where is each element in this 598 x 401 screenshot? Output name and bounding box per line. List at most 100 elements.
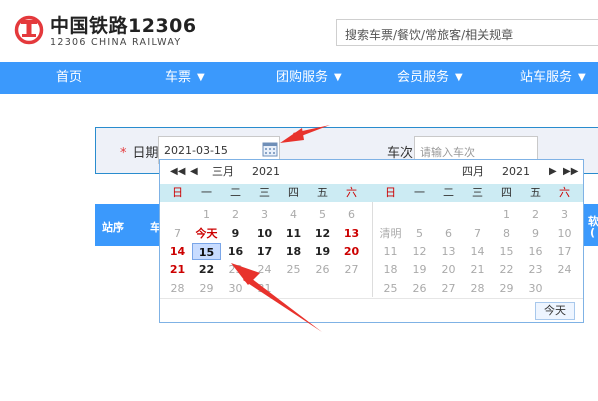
right-year-label: 2021 xyxy=(502,165,530,178)
nav-item-tickets[interactable]: 车票 ▼ xyxy=(165,62,205,94)
weekday-label: 六 xyxy=(346,186,357,199)
calendar-day[interactable]: 7 xyxy=(163,225,192,242)
calendar-day[interactable]: 今天 xyxy=(192,225,221,242)
calendar-day[interactable]: 14 xyxy=(463,243,492,260)
calendar-day[interactable]: 5 xyxy=(405,225,434,242)
calendar-day[interactable]: 21 xyxy=(163,261,192,278)
calendar-day[interactable]: 2 xyxy=(521,206,550,223)
calendar-day[interactable]: 31 xyxy=(250,280,279,297)
calendar-day[interactable]: 22 xyxy=(492,261,521,278)
nav-item-station-services[interactable]: 站车服务 ▼ xyxy=(520,62,586,94)
calendar-day[interactable]: 6 xyxy=(434,225,463,242)
calendar-day[interactable]: 29 xyxy=(492,280,521,297)
calendar-day[interactable]: 22 xyxy=(192,261,221,278)
calendar-day[interactable]: 2 xyxy=(221,206,250,223)
nav-item-group-services[interactable]: 团购服务 ▼ xyxy=(276,62,342,94)
calendar-day[interactable]: 7 xyxy=(463,225,492,242)
calendar-day[interactable]: 11 xyxy=(279,225,308,242)
calendar-day[interactable]: 14 xyxy=(163,243,192,260)
calendar-day[interactable]: 10 xyxy=(250,225,279,242)
calendar-day[interactable]: 20 xyxy=(337,243,366,260)
column-station-order: 站序 xyxy=(102,221,124,234)
calendar-day[interactable]: 9 xyxy=(221,225,250,242)
calendar-day[interactable]: 25 xyxy=(376,280,405,297)
calendar-day[interactable]: 13 xyxy=(434,243,463,260)
weekday-label: 三 xyxy=(472,186,483,199)
calendar-day[interactable]: 18 xyxy=(376,261,405,278)
calendar-day[interactable]: 3 xyxy=(250,206,279,223)
today-button[interactable]: 今天 xyxy=(535,302,575,320)
next-year-icon[interactable]: ▶▶ xyxy=(563,160,578,184)
column-soft-paren: ( xyxy=(590,226,596,239)
calendar-day[interactable]: 21 xyxy=(463,261,492,278)
header: 中国铁路12306 12306 CHINA RAILWAY 搜索车票/餐饮/常旅… xyxy=(0,0,598,62)
calendar-day[interactable]: 6 xyxy=(337,206,366,223)
calendar-icon[interactable] xyxy=(262,141,278,157)
nav-item-home[interactable]: 首页 xyxy=(56,62,82,94)
calendar-day[interactable]: 24 xyxy=(250,261,279,278)
nav-item-label: 首页 xyxy=(56,70,83,85)
next-month-icon[interactable]: ▶ xyxy=(549,160,557,184)
calendar-day[interactable]: 27 xyxy=(434,280,463,297)
calendar-day[interactable]: 29 xyxy=(192,280,221,297)
calendar-day[interactable]: 28 xyxy=(463,280,492,297)
calendar-day[interactable]: 4 xyxy=(279,206,308,223)
right-month-label: 四月 xyxy=(462,165,484,178)
calendar-day[interactable]: 17 xyxy=(250,243,279,260)
calendar-day[interactable]: 23 xyxy=(521,261,550,278)
calendar-day[interactable]: 15 xyxy=(192,243,221,260)
weekday-header: 日一二三四五六日一二三四五六 xyxy=(160,184,583,202)
calendar-day[interactable]: 1 xyxy=(192,206,221,223)
calendar-day[interactable]: 28 xyxy=(163,280,192,297)
calendar-day[interactable]: 19 xyxy=(308,243,337,260)
calendar-day[interactable]: 9 xyxy=(521,225,550,242)
calendar-day[interactable]: 27 xyxy=(337,261,366,278)
calendar-day[interactable]: 15 xyxy=(492,243,521,260)
calendar-day[interactable]: 16 xyxy=(521,243,550,260)
calendar-day[interactable]: 30 xyxy=(521,280,550,297)
calendar-day[interactable]: 26 xyxy=(405,280,434,297)
nav-item-label: 团购服务 xyxy=(276,70,329,85)
calendar-day[interactable]: 11 xyxy=(376,243,405,260)
weekday-label: 二 xyxy=(230,186,241,199)
date-label: * 日期 xyxy=(120,142,159,161)
weekday-label: 二 xyxy=(443,186,454,199)
weekday-label: 三 xyxy=(259,186,270,199)
left-month-label: 三月 xyxy=(212,165,234,178)
main-nav: 首页 车票 ▼ 团购服务 ▼ 会员服务 ▼ 站车服务 ▼ xyxy=(0,62,598,94)
prev-year-icon[interactable]: ◀◀ xyxy=(170,160,185,184)
brand-title: 中国铁路12306 xyxy=(50,15,197,37)
calendar-day[interactable]: 12 xyxy=(405,243,434,260)
calendar-day[interactable]: 5 xyxy=(308,206,337,223)
prev-month-icon[interactable]: ◀ xyxy=(190,160,198,184)
calendar-day[interactable]: 30 xyxy=(221,280,250,297)
site-search-input[interactable]: 搜索车票/餐饮/常旅客/相关规章 xyxy=(336,19,598,46)
calendar-day[interactable]: 20 xyxy=(434,261,463,278)
weekday-label: 六 xyxy=(559,186,570,199)
calendar-day[interactable]: 25 xyxy=(279,261,308,278)
weekday-label: 日 xyxy=(172,186,183,199)
calendar-day[interactable]: 17 xyxy=(550,243,579,260)
chevron-down-icon: ▼ xyxy=(197,72,205,83)
weekday-label: 一 xyxy=(414,186,425,199)
weekday-label: 一 xyxy=(201,186,212,199)
calendar-day[interactable]: 18 xyxy=(279,243,308,260)
calendar-day[interactable]: 16 xyxy=(221,243,250,260)
calendar-day[interactable]: 8 xyxy=(492,225,521,242)
calendar-day[interactable]: 3 xyxy=(550,206,579,223)
calendar-day[interactable]: 10 xyxy=(550,225,579,242)
calendar-day[interactable]: 19 xyxy=(405,261,434,278)
calendar-day[interactable]: 23 xyxy=(221,261,250,278)
required-mark: * xyxy=(120,146,127,161)
nav-item-member-services[interactable]: 会员服务 ▼ xyxy=(397,62,463,94)
calendar-day[interactable]: 26 xyxy=(308,261,337,278)
calendar-footer-divider xyxy=(160,298,583,299)
calendar-day[interactable]: 12 xyxy=(308,225,337,242)
nav-item-label: 会员服务 xyxy=(397,70,450,85)
calendar-day[interactable]: 24 xyxy=(550,261,579,278)
weekday-label: 五 xyxy=(317,186,328,199)
calendar-day[interactable]: 1 xyxy=(492,206,521,223)
calendar-day[interactable]: 清明 xyxy=(376,225,405,242)
calendar-day[interactable]: 13 xyxy=(337,225,366,242)
weekday-label: 四 xyxy=(288,186,299,199)
